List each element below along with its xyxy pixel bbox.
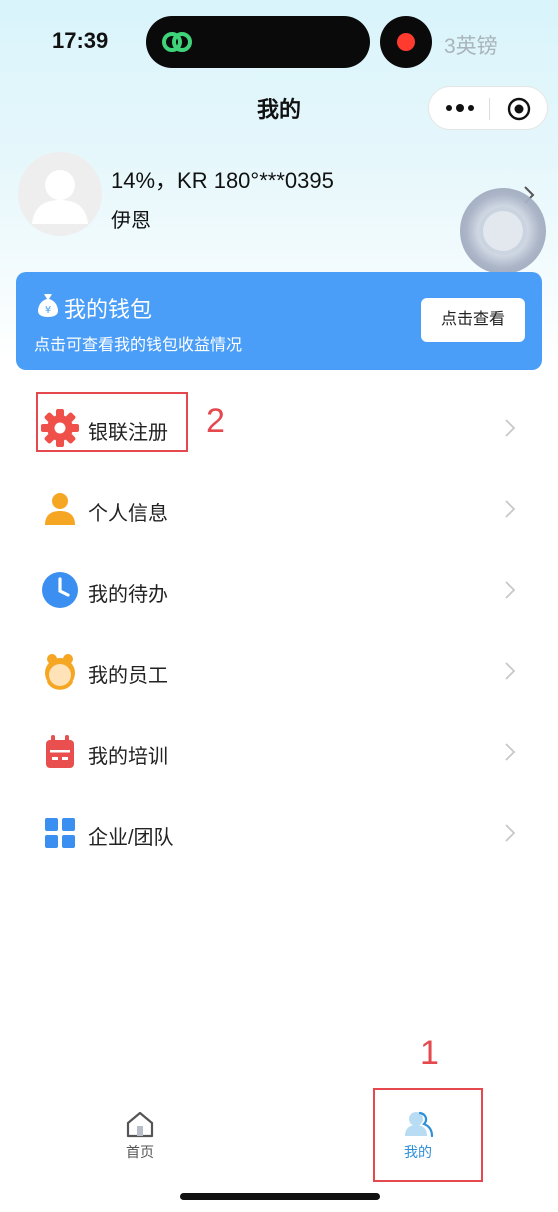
- chevron-right-icon: [505, 419, 516, 437]
- menu-item-my-todo[interactable]: 我的待办: [0, 550, 558, 630]
- tab-home[interactable]: 首页: [80, 1102, 200, 1172]
- annotation-box-2: [36, 392, 188, 452]
- annotation-box-1: [373, 1088, 483, 1182]
- profile-subtitle: 伊恩: [111, 210, 151, 232]
- tab-label: 首页: [126, 1144, 154, 1160]
- home-icon: [126, 1111, 154, 1138]
- menu-label: 我的员工: [88, 665, 168, 687]
- chevron-right-icon: [505, 743, 516, 761]
- staff-avatar-icon: [45, 654, 75, 690]
- default-avatar-icon: [32, 170, 88, 224]
- more-dots-icon[interactable]: [445, 99, 475, 117]
- svg-text:¥: ¥: [45, 305, 51, 316]
- floating-assistive-button[interactable]: [460, 188, 546, 274]
- wallet-card[interactable]: ¥ 我的钱包 点击可查看我的钱包收益情况 点击查看: [16, 272, 542, 370]
- link-icon: [162, 32, 192, 52]
- menu-item-my-staff[interactable]: 我的员工: [0, 631, 558, 711]
- recording-dot-icon: [397, 33, 415, 51]
- menu-label: 个人信息: [88, 503, 168, 525]
- calendar-icon: [46, 735, 74, 768]
- clock-icon: [42, 572, 78, 608]
- wallet-view-button[interactable]: 点击查看: [421, 298, 525, 342]
- annotation-label-1: 1: [420, 1034, 439, 1072]
- menu-item-my-training[interactable]: 我的培训: [0, 712, 558, 792]
- menu-item-enterprise-team[interactable]: 企业/团队: [0, 793, 558, 873]
- chevron-right-icon: [505, 581, 516, 599]
- grid-icon: [45, 818, 75, 848]
- profile-name: 14%，KR 180°***0395: [111, 168, 334, 193]
- wallet-description: 点击可查看我的钱包收益情况: [34, 337, 243, 354]
- home-indicator: [180, 1193, 380, 1200]
- capsule-divider: [489, 98, 490, 120]
- menu-label: 我的待办: [88, 584, 168, 606]
- wallet-title: 我的钱包: [64, 297, 153, 322]
- dynamic-island: [146, 16, 370, 68]
- money-bag-icon: ¥: [38, 294, 58, 317]
- status-carrier: 3英镑: [444, 35, 498, 58]
- chevron-right-icon: [505, 824, 516, 842]
- recording-indicator: [380, 16, 432, 68]
- menu-label: 我的培训: [88, 746, 168, 768]
- status-time: 17:39: [52, 28, 109, 53]
- chevron-right-icon: [505, 662, 516, 680]
- menu-item-personal-info[interactable]: 个人信息: [0, 469, 558, 549]
- annotation-label-2: 2: [206, 402, 225, 440]
- menu-label: 企业/团队: [88, 827, 174, 849]
- avatar[interactable]: [18, 152, 102, 236]
- person-icon: [45, 493, 75, 525]
- mini-program-capsule: [428, 86, 548, 130]
- target-circle-icon[interactable]: [507, 97, 531, 121]
- chevron-right-icon: [505, 500, 516, 518]
